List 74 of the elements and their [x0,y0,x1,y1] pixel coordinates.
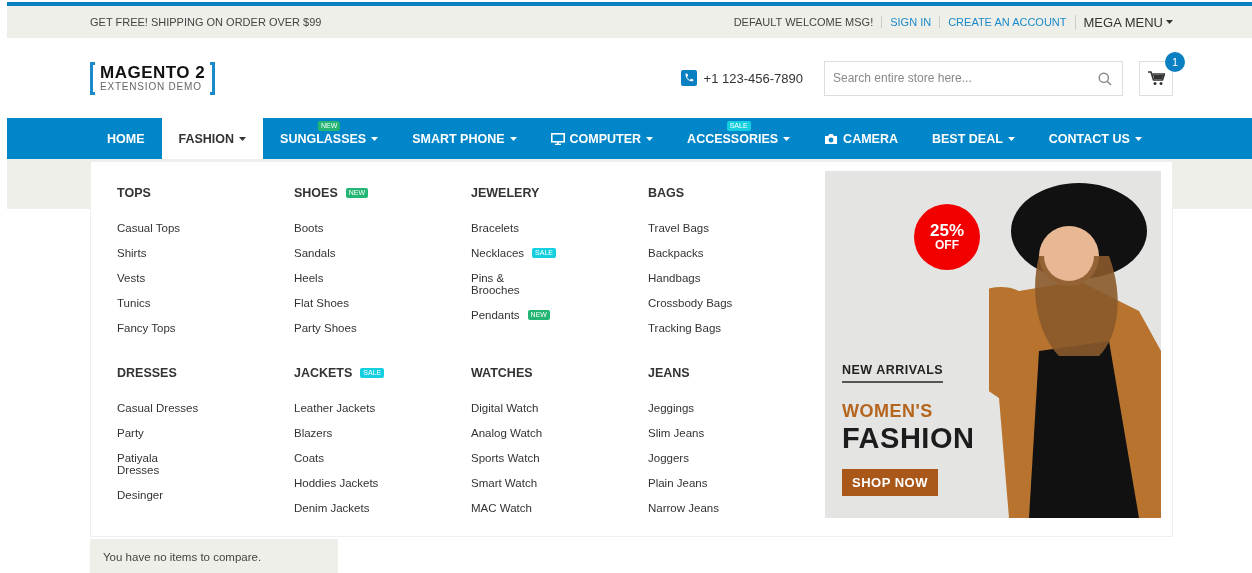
promo-banner[interactable]: 25% OFF NEW ARRIVALS WOMEN'S FASHION SHOP NOW [825,171,1161,518]
camera-icon [824,132,839,145]
category-link[interactable]: MAC Watch [471,501,532,514]
category-heading[interactable]: BAGS [648,186,685,200]
category-link[interactable]: Heels [294,271,324,284]
category-link[interactable]: Handbags [648,271,701,284]
shop-now-button[interactable]: SHOP NOW [842,469,938,496]
category-link[interactable]: Blazers [294,426,333,439]
welcome-text: DEFAULT WELCOME MSG! [733,16,875,28]
nav-tab[interactable]: BEST DEAL [914,118,1032,159]
compare-message: You have no items to compare. [90,539,338,573]
phone-number: +1 123-456-7890 [703,70,803,86]
category-link[interactable]: Plain Jeans [648,476,708,489]
category-link[interactable]: Jeggings [648,401,695,414]
category-heading[interactable]: WATCHES [471,366,533,380]
nav-tab[interactable]: CAMERA [807,118,915,159]
category-link[interactable]: Party Shoes [294,321,357,334]
cart-icon [1147,70,1165,86]
nav-tab[interactable]: HOME [90,118,162,159]
category-link[interactable]: Backpacks [648,246,704,259]
category-link[interactable]: Narrow Jeans [648,501,719,514]
promo-text: GET FREE! SHIPPING ON ORDER OVER $99 [90,16,323,28]
category-heading[interactable]: JEWELERY [471,186,540,200]
category-link[interactable]: Sports Watch [471,451,540,464]
category-heading[interactable]: DRESSES [117,366,177,380]
mega-menu-dropdown[interactable]: MEGA MENU [1074,14,1173,30]
search-icon [1098,71,1112,86]
category-link[interactable]: Patiyala Dresses [117,451,160,476]
category-link[interactable]: Digital Watch [471,401,539,414]
category-link[interactable]: Denim Jackets [294,501,370,514]
category-link[interactable]: Fancy Tops [117,321,176,334]
banner-eyebrow: NEW ARRIVALS [842,363,944,383]
caret-icon [1166,20,1173,24]
category-heading[interactable]: SHOES [294,186,338,200]
category-link[interactable]: Tunics [117,296,151,309]
nav-tab[interactable]: CONTACT US [1031,118,1159,159]
category-link[interactable]: Hoddies Jackets [294,476,379,489]
phone-icon [680,70,697,86]
category-heading[interactable]: TOPS [117,186,151,200]
category-link[interactable]: Leather Jackets [294,401,376,414]
monitor-icon [550,132,565,145]
category-link[interactable]: Casual Tops [117,221,181,234]
category-heading[interactable]: JEANS [648,366,690,380]
banner-title: FASHION [842,422,975,454]
category-link[interactable]: Party [117,426,144,439]
category-link[interactable]: Pendants [471,308,520,321]
category-heading[interactable]: JACKETS [294,366,353,380]
discount-badge: 25% OFF [914,204,980,270]
category-link[interactable]: Shirts [117,246,147,259]
category-link[interactable]: Pins & Brooches [471,271,520,296]
logo[interactable]: MAGENTO 2 EXTENSION DEMO [90,61,216,95]
category-link[interactable]: Smart Watch [471,476,538,489]
nav-tab[interactable]: SMART PHONE [395,118,534,159]
category-link[interactable]: Flat Shoes [294,296,349,309]
search-field[interactable]: Search entire store here... [824,60,1123,96]
category-link[interactable]: Tracking Bags [648,321,722,334]
category-link[interactable]: Necklaces [471,246,525,259]
cart-button[interactable] [1139,60,1173,96]
category-link[interactable]: Coats [294,451,325,464]
category-link[interactable]: Desinger [117,488,164,501]
category-link[interactable]: Travel Bags [648,221,709,234]
nav-tab[interactable]: FASHION [161,118,264,159]
category-link[interactable]: Vests [117,271,146,284]
nav-tab[interactable]: COMPUTER [533,118,671,159]
category-link[interactable]: Sandals [294,246,336,259]
banner-subtitle: WOMEN'S [842,401,933,422]
category-link[interactable]: Analog Watch [471,426,543,439]
category-link[interactable]: Casual Dresses [117,401,199,414]
category-link[interactable]: Slim Jeans [648,426,705,439]
category-link[interactable]: Bracelets [471,221,519,234]
category-link[interactable]: Joggers [648,451,689,464]
category-link[interactable]: Crossbody Bags [648,296,733,309]
cart-count-badge: 1 [1165,51,1185,72]
category-link[interactable]: Boots [294,221,324,234]
